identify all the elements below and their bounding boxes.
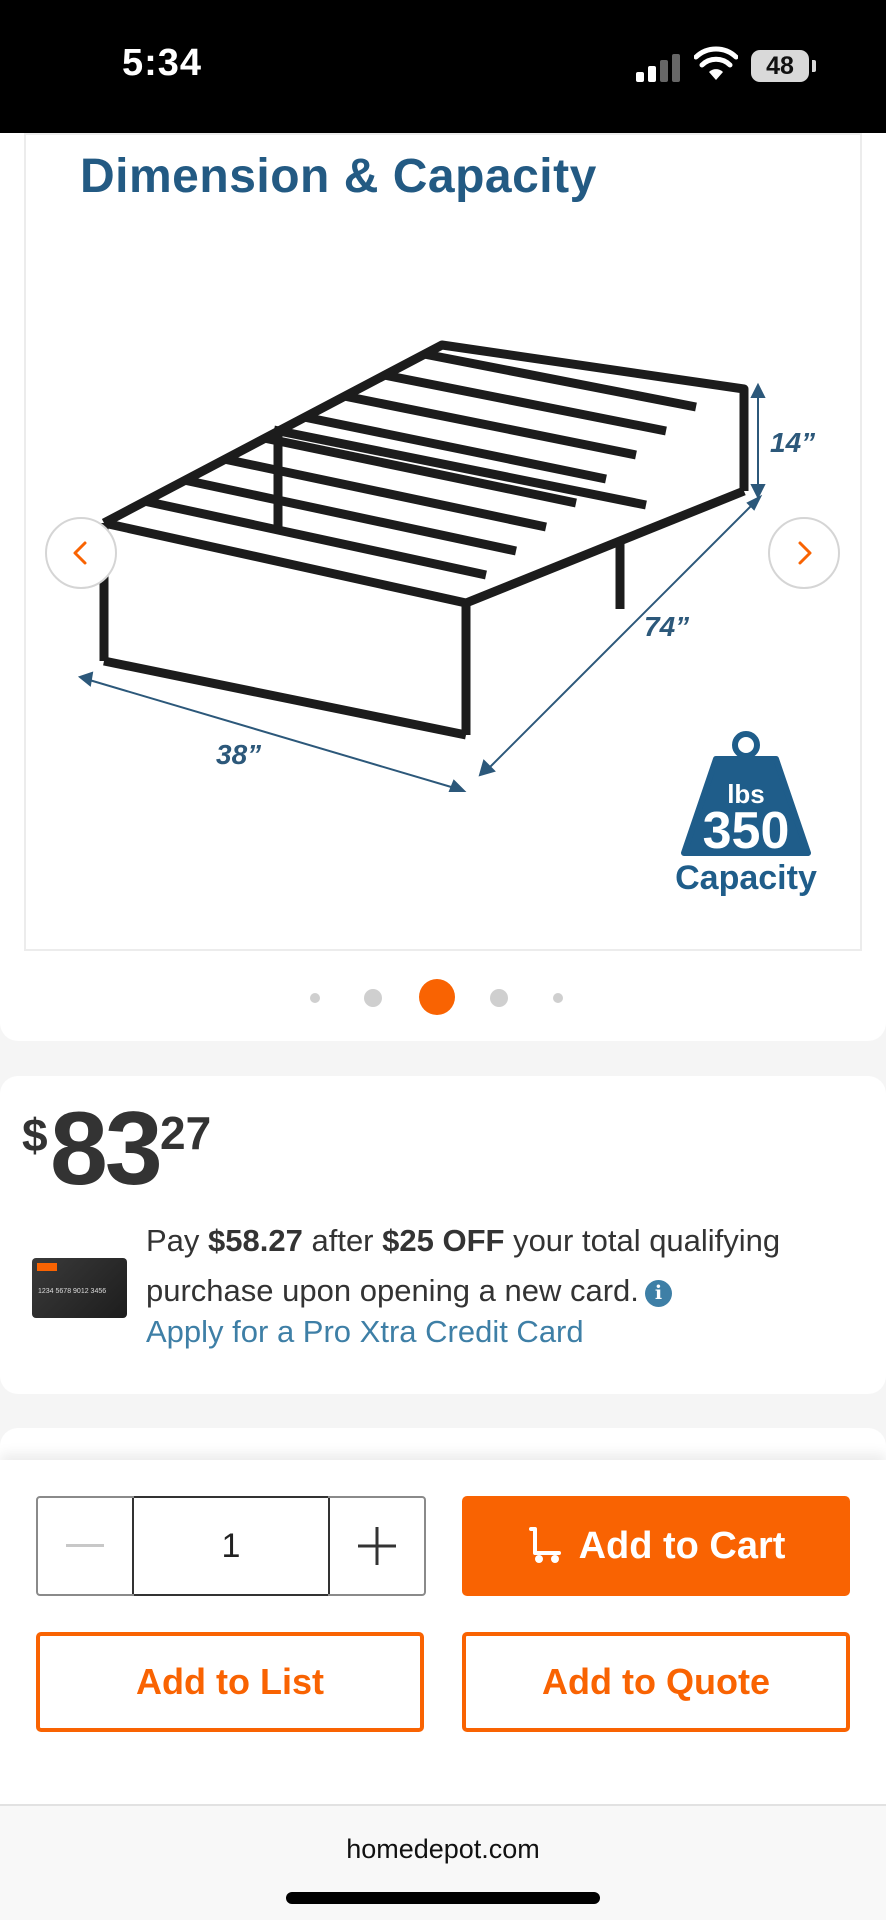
add-to-cart-label: Add to Cart	[578, 1524, 786, 1567]
gallery-pagination	[0, 977, 886, 1017]
status-time: 5:34	[122, 42, 203, 84]
promo-discount-amount: $25 OFF	[382, 1223, 505, 1258]
promo-discount-price: $58.27	[208, 1223, 303, 1258]
promo-text-pre: Pay	[146, 1223, 209, 1258]
add-to-list-button[interactable]: Add to List	[36, 1632, 424, 1732]
plus-icon	[358, 1527, 396, 1565]
add-to-quote-button[interactable]: Add to Quote	[462, 1632, 850, 1732]
signal-icon	[636, 52, 682, 82]
status-bar: 5:34 48	[0, 0, 886, 133]
url-display[interactable]: homedepot.com	[0, 1834, 886, 1865]
gallery-dot-1[interactable]	[310, 993, 320, 1003]
add-to-cart-button[interactable]: Add to Cart	[462, 1496, 850, 1596]
quantity-stepper: 1	[36, 1496, 426, 1596]
battery-tip	[812, 60, 816, 72]
action-panel: 1 Add to Cart Add to List Add to Quote	[0, 1460, 886, 1804]
info-icon[interactable]: i	[644, 1280, 672, 1307]
card-number: 1234 5678 9012 3456	[38, 1288, 107, 1295]
quantity-decrease-button[interactable]	[38, 1498, 134, 1594]
home-indicator[interactable]	[286, 1892, 600, 1904]
price-dollars: 83	[50, 1091, 163, 1207]
minus-icon	[66, 1544, 104, 1547]
length-dimension: 74”	[644, 611, 690, 642]
gallery-dot-2[interactable]	[364, 989, 382, 1007]
gallery-dot-3-active[interactable]	[419, 979, 455, 1015]
price-cents: 27	[160, 1107, 212, 1159]
width-dimension: 38”	[216, 739, 262, 770]
battery-level: 48	[766, 52, 794, 80]
promo-text: Pay $58.27 after $25 OFF your total qual…	[146, 1216, 846, 1316]
wifi-icon	[694, 46, 738, 80]
page: 5:34 48 Dimension & Capacity 14” 74” 38”…	[0, 0, 886, 1920]
quantity-input[interactable]: 1	[134, 1496, 328, 1596]
quantity-increase-button[interactable]	[328, 1498, 424, 1594]
product-gallery: Dimension & Capacity 14” 74” 38” lbs 350…	[0, 133, 886, 1041]
gallery-next-button[interactable]	[768, 517, 840, 589]
gallery-dot-5[interactable]	[553, 993, 563, 1003]
battery-icon: 48	[751, 50, 809, 82]
gallery-dot-4[interactable]	[490, 989, 508, 1007]
price-card: $ 83 27 1234 5678 9012 3456 Pay $58.27 a…	[0, 1076, 886, 1394]
credit-card-image: 1234 5678 9012 3456	[32, 1258, 127, 1318]
chevron-left-icon	[73, 541, 87, 565]
height-dimension: 14”	[770, 427, 816, 458]
cart-icon	[528, 1527, 561, 1563]
apply-credit-card-link[interactable]: Apply for a Pro Xtra Credit Card	[146, 1314, 584, 1350]
capacity-label: Capacity	[675, 859, 817, 897]
gallery-prev-button[interactable]	[45, 517, 117, 589]
capacity-value: 350	[702, 802, 790, 860]
card-logo	[37, 1263, 57, 1271]
capacity-badge: lbs 350 Capacity	[656, 729, 836, 909]
chevron-right-icon	[798, 541, 812, 565]
price-currency: $	[22, 1109, 48, 1161]
product-image[interactable]: Dimension & Capacity 14” 74” 38” lbs 350…	[24, 133, 862, 951]
promo-text-mid: after	[302, 1223, 383, 1258]
browser-address-bar: homedepot.com	[0, 1804, 886, 1920]
